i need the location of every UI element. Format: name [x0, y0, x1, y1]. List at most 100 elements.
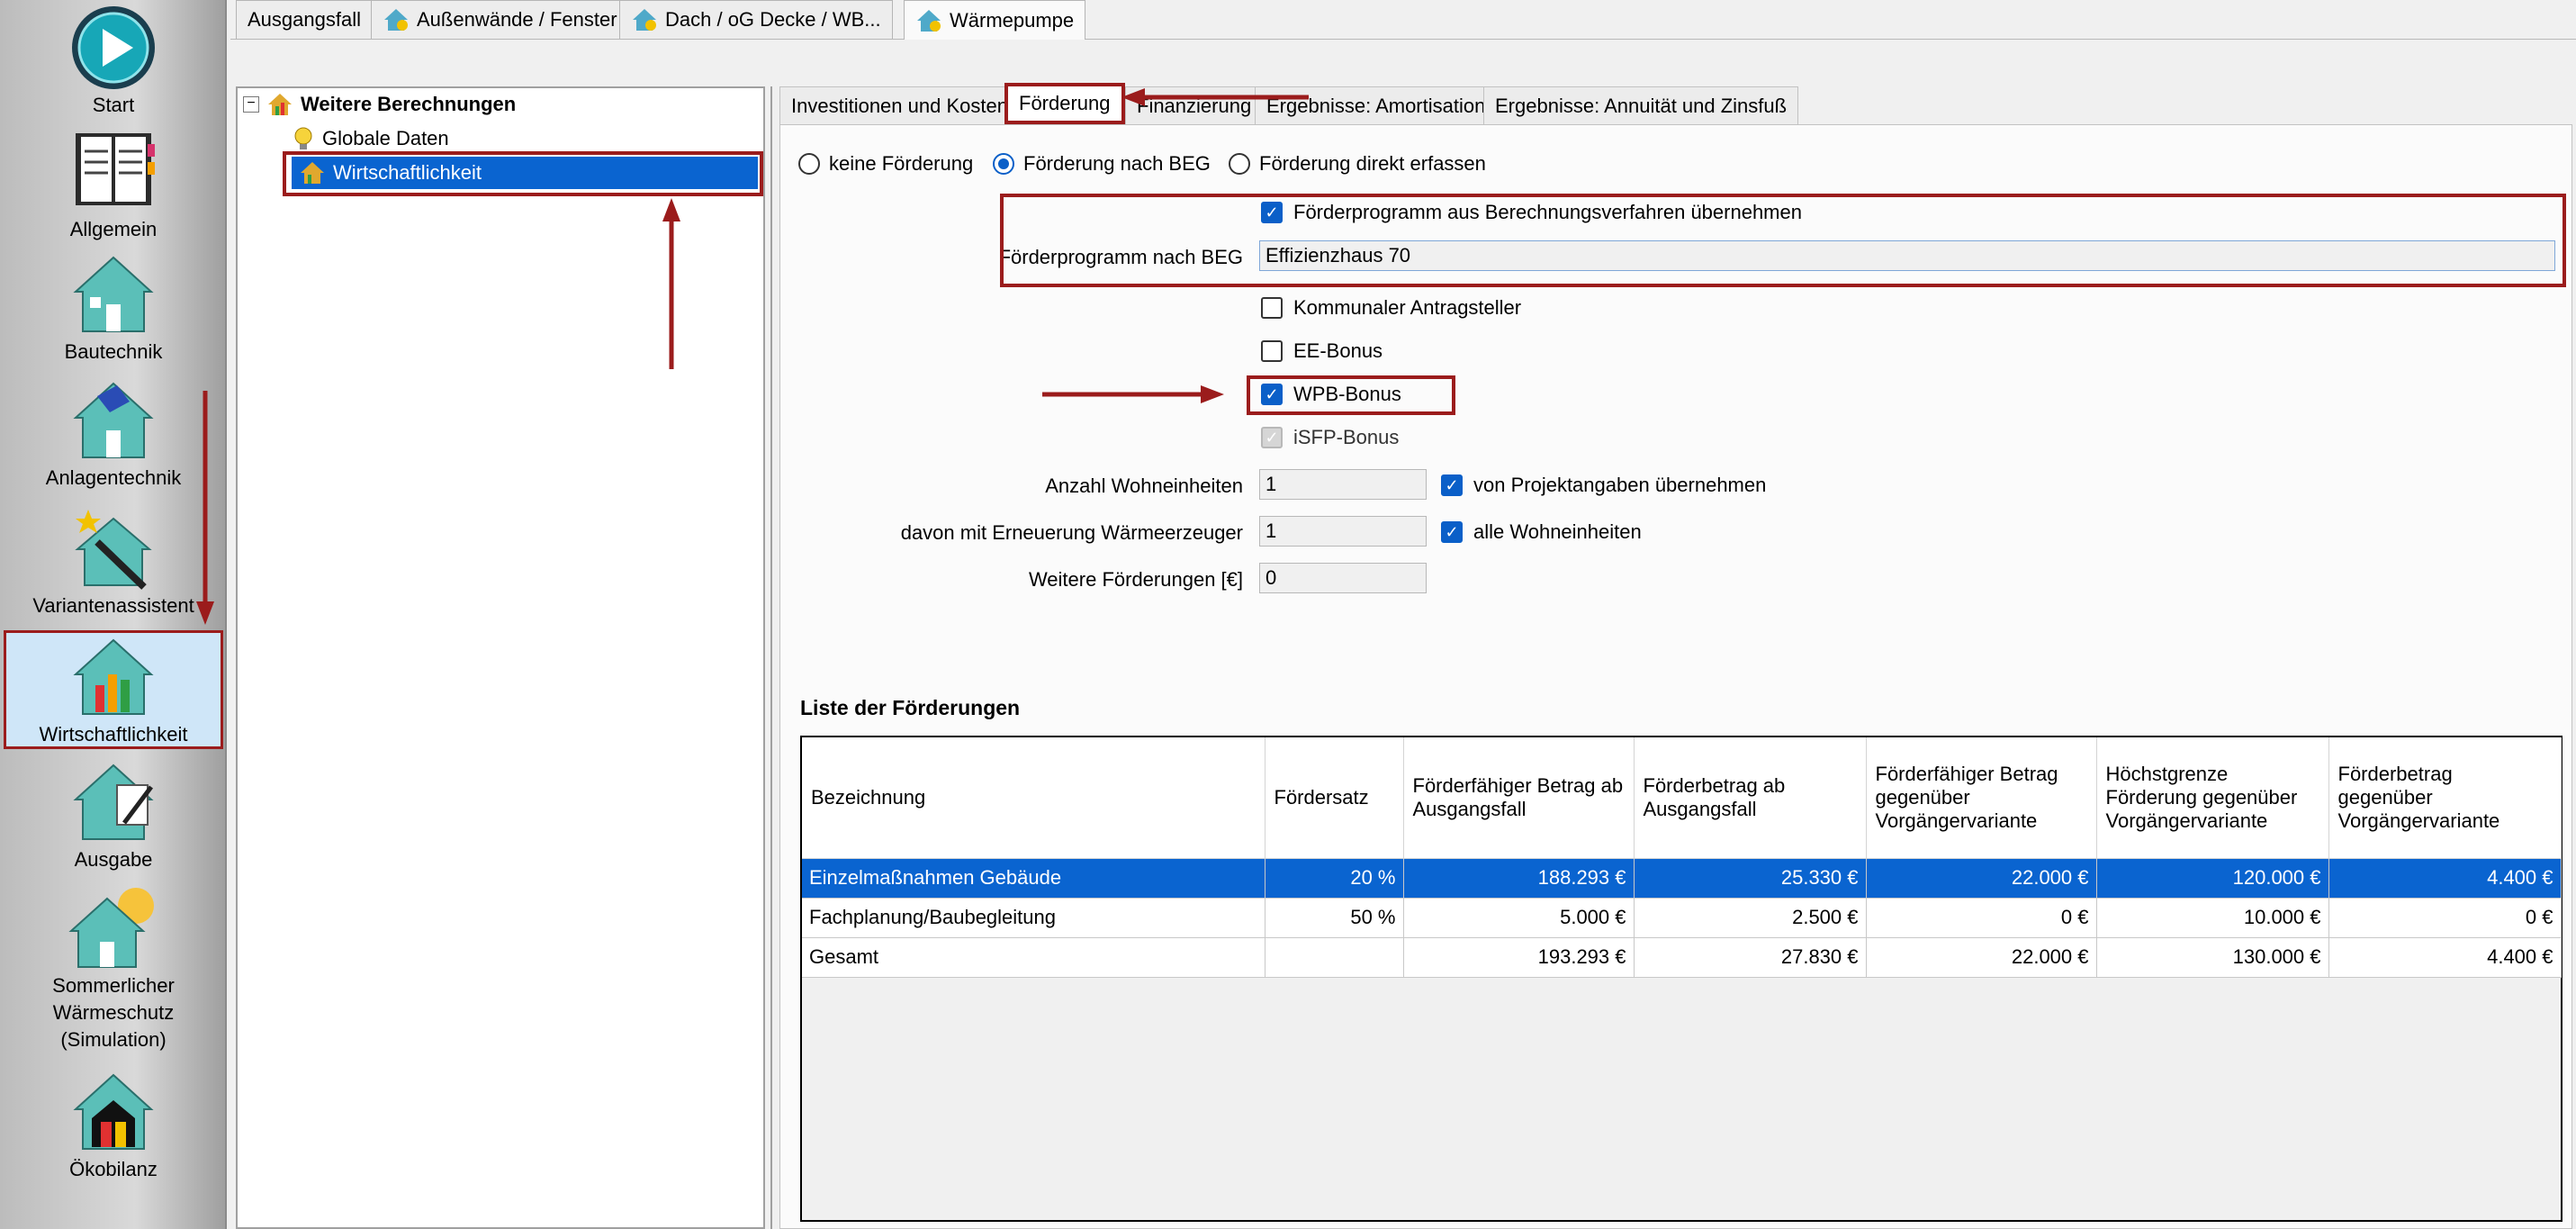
checkbox-label: WPB-Bonus	[1293, 383, 1401, 405]
house-pen-icon	[73, 764, 154, 840]
tab-label: Wärmepumpe	[950, 8, 1075, 32]
tab-foerderung[interactable]: Förderung	[1004, 83, 1125, 124]
play-icon	[72, 6, 155, 89]
radio-circle-icon	[798, 153, 820, 175]
tab-label: Investitionen und Kosten	[791, 95, 1008, 117]
radio-label: Förderung nach BEG	[1023, 152, 1211, 175]
radio-direkt-erfassen[interactable]: Förderung direkt erfassen	[1229, 152, 1486, 176]
column-header[interactable]: Bezeichnung	[802, 737, 1265, 859]
tree-item-label: Wirtschaftlichkeit	[333, 161, 482, 184]
house-solar-icon	[73, 382, 154, 458]
house-chart-icon	[301, 162, 324, 184]
tree-item-label: Globale Daten	[322, 127, 449, 149]
tab-dach[interactable]: Dach / oG Decke / WB...	[619, 0, 893, 39]
tab-label: Finanzierung	[1137, 95, 1252, 117]
table-cell: 5.000 €	[1403, 898, 1635, 938]
checkbox-label: EE-Bonus	[1293, 339, 1383, 362]
checkbox-box-icon	[1261, 340, 1283, 362]
nav-ausgabe[interactable]: Ausgabe	[0, 760, 227, 877]
checkbox-kommunal[interactable]: Kommunaler Antragsteller	[1261, 296, 1521, 320]
checkbox-alle-wohneinheiten[interactable]: ✓ alle Wohneinheiten	[1441, 520, 1642, 544]
table-cell: 10.000 €	[2096, 898, 2329, 938]
erneuerung-field[interactable]: 1	[1259, 516, 1427, 547]
nav-start[interactable]: Start	[0, 4, 227, 116]
checkbox-label: Kommunaler Antragsteller	[1293, 296, 1522, 319]
checkbox-label: von Projektangaben übernehmen	[1473, 474, 1767, 496]
weitere-field[interactable]: 0	[1259, 563, 1427, 593]
house-sun-icon	[68, 888, 154, 968]
nav-label-oekobilanz: Ökobilanz	[69, 1158, 158, 1180]
tree-root-label: Weitere Berechnungen	[301, 93, 517, 115]
checkbox-wpb-bonus[interactable]: ✓ WPB-Bonus	[1261, 383, 1401, 406]
magic-wand-house-icon	[75, 510, 152, 590]
radio-circle-icon	[1229, 153, 1250, 175]
radio-keine-foerderung[interactable]: keine Förderung	[798, 152, 973, 176]
foerderungen-table: Bezeichnung Fördersatz Förderfähiger Bet…	[800, 736, 2562, 1222]
table-row[interactable]: Fachplanung/Baubegleitung 50 % 5.000 €2.50…	[802, 898, 2562, 938]
nav-variantenassistent[interactable]: Variantenassistent	[0, 506, 227, 621]
radio-foerderung-beg[interactable]: Förderung nach BEG	[993, 152, 1211, 176]
weitere-label: Weitere Förderungen [€]	[1028, 568, 1243, 591]
nav-label-wirtschaftlichkeit: Wirtschaftlichkeit	[39, 723, 188, 746]
table-cell: 0 €	[2328, 898, 2562, 938]
column-header[interactable]: Förderbetrag ab Ausgangsfall	[1634, 737, 1867, 859]
nav-label-ausgabe: Ausgabe	[74, 848, 153, 871]
tab-amortisation[interactable]: Ergebnisse: Amortisation	[1255, 86, 1498, 124]
nav-label-anlagentechnik: Anlagentechnik	[45, 466, 182, 489]
table-row[interactable]: Einzelmaßnahmen Gebäude 20 % 188.293 €25.3…	[802, 858, 2562, 899]
table-cell: Einzelmaßnahmen Gebäude	[802, 858, 1265, 899]
checkbox-box-icon	[1261, 297, 1283, 319]
checkbox-label: alle Wohneinheiten	[1473, 520, 1642, 543]
wohneinheiten-field[interactable]: 1	[1259, 469, 1427, 500]
erneuerung-label: davon mit Erneuerung Wärmeerzeuger	[900, 521, 1243, 544]
tab-finanzierung[interactable]: Finanzierung	[1125, 86, 1264, 124]
programm-label: Förderprogramm nach BEG	[998, 246, 1243, 268]
nav-bautechnik[interactable]: Bautechnik	[0, 252, 227, 369]
tab-label: Dach / oG Decke / WB...	[665, 8, 881, 31]
nav-sommerlicher-waermeschutz[interactable]: Sommerlicher Wärmeschutz (Simulation)	[0, 886, 227, 1057]
table-cell: 2.500 €	[1634, 898, 1867, 938]
tree-item-globale-daten[interactable]: Globale Daten	[292, 122, 449, 155]
house-eco-icon	[73, 1073, 154, 1150]
house-icon	[73, 256, 154, 332]
table-cell: 22.000 €	[1866, 937, 2097, 978]
tree-item-wirtschaftlichkeit[interactable]: Wirtschaftlichkeit	[292, 157, 758, 189]
tab-investitionen[interactable]: Investitionen und Kosten	[779, 86, 1020, 124]
column-header[interactable]: Förderbetrag gegenüber Vorgängervariante	[2328, 737, 2562, 859]
nav-allgemein[interactable]: Allgemein	[0, 126, 227, 243]
notebook-icon	[76, 133, 155, 205]
column-header[interactable]: Fördersatz	[1265, 737, 1404, 859]
checkbox-ee-bonus[interactable]: EE-Bonus	[1261, 339, 1383, 363]
house-chart-icon	[73, 638, 154, 715]
nav-oekobilanz[interactable]: Ökobilanz	[0, 1070, 227, 1187]
liste-title: Liste der Förderungen	[800, 696, 1021, 719]
tree-root[interactable]: − Weitere Berechnungen	[243, 88, 516, 121]
programm-field[interactable]: Effizienzhaus 70	[1259, 240, 2555, 271]
column-header[interactable]: Förderfähiger Betrag ab Ausgangsfall	[1403, 737, 1635, 859]
lightbulb-icon	[294, 127, 312, 149]
tab-label: Außenwände / Fenster	[417, 8, 617, 31]
column-header[interactable]: Höchstgrenze Förderung gegenüber Vorgäng…	[2096, 737, 2329, 859]
radio-label: keine Förderung	[829, 152, 974, 175]
column-header[interactable]: Förderfähiger Betrag gegenüber Vorgänger…	[1866, 737, 2097, 859]
tab-waermepumpe[interactable]: Wärmepumpe	[904, 0, 1086, 40]
nav-wirtschaftlichkeit[interactable]: Wirtschaftlichkeit	[4, 630, 223, 749]
checkbox-programm-uebernehmen[interactable]: ✓ Förderprogramm aus Berechnungsverfahren…	[1261, 201, 1802, 224]
nav-label-sommerlicher-waermeschutz: Sommerlicher Wärmeschutz (Simulation)	[52, 974, 175, 1051]
tab-label: Förderung	[1019, 92, 1111, 114]
table-row[interactable]: Gesamt 193.293 €27.830 €22.000 €130.000 €…	[802, 937, 2562, 978]
tab-annuitaet[interactable]: Ergebnisse: Annuität und Zinsfuß	[1483, 86, 1799, 124]
checkmark-icon: ✓	[1261, 384, 1283, 405]
tab-aussenwaende[interactable]: Außenwände / Fenster	[371, 0, 629, 39]
table-cell: 4.400 €	[2328, 937, 2562, 978]
tree-collapse-icon[interactable]: −	[243, 96, 259, 113]
checkbox-projektangaben[interactable]: ✓ von Projektangaben übernehmen	[1441, 474, 1766, 497]
tab-ausgangsfall[interactable]: Ausgangsfall	[236, 0, 373, 39]
table-cell: Fachplanung/Baubegleitung	[802, 898, 1265, 938]
checkbox-label: Förderprogramm aus Berechnungsverfahren …	[1293, 201, 1802, 223]
nav-label-bautechnik: Bautechnik	[64, 340, 163, 363]
house-chart-icon	[268, 94, 292, 115]
nav-label-allgemein: Allgemein	[69, 218, 158, 240]
top-tab-bar: Ausgangsfall Außenwände / Fenster Dach /…	[230, 0, 2576, 40]
nav-anlagentechnik[interactable]: Anlagentechnik	[0, 378, 227, 497]
